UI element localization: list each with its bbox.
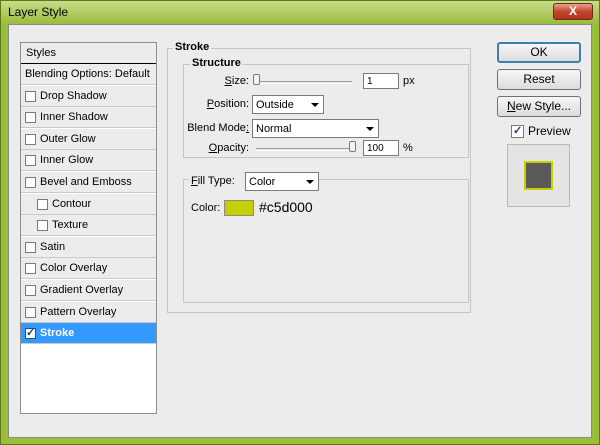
- style-item-label: Satin: [40, 240, 66, 253]
- opacity-slider-track[interactable]: [256, 148, 352, 151]
- style-item-color-overlay[interactable]: Color Overlay: [21, 258, 156, 280]
- style-item-label: Stroke: [40, 327, 75, 340]
- style-checkbox[interactable]: [25, 326, 36, 340]
- style-checkbox[interactable]: [25, 177, 36, 188]
- style-checkbox[interactable]: [25, 133, 36, 145]
- style-checkbox[interactable]: [25, 112, 36, 124]
- window-title: Layer Style: [8, 5, 69, 19]
- style-item-label: Blending Options: Default: [25, 68, 150, 80]
- style-item-contour[interactable]: Contour: [21, 193, 156, 215]
- style-checkbox[interactable]: [25, 241, 36, 253]
- blend-mode-select[interactable]: Normal: [252, 119, 379, 138]
- style-item-blending-options-default[interactable]: Blending Options: Default: [21, 64, 156, 85]
- chevron-down-icon: [311, 103, 319, 107]
- style-item-inner-shadow[interactable]: Inner Shadow: [21, 107, 156, 129]
- fill-type-select[interactable]: Color: [245, 172, 319, 191]
- chevron-down-icon: [306, 180, 314, 184]
- style-item-label: Texture: [52, 219, 89, 232]
- style-item-label: Gradient Overlay: [40, 284, 124, 296]
- style-item-label: Drop Shadow: [40, 89, 107, 102]
- style-item-label: Outer Glow: [40, 132, 96, 145]
- structure-group-title: Structure: [190, 57, 243, 69]
- style-item-label: Contour: [52, 197, 92, 210]
- blend-mode-label: Blend Mode:: [187, 122, 249, 134]
- style-checkbox[interactable]: [25, 155, 36, 167]
- size-label: Size:: [224, 75, 249, 87]
- position-select[interactable]: Outside: [252, 95, 324, 114]
- style-item-stroke[interactable]: Stroke: [21, 323, 156, 345]
- style-preview: [507, 144, 570, 207]
- size-slider-thumb[interactable]: [253, 74, 260, 85]
- opacity-unit: %: [403, 142, 413, 154]
- style-item-inner-glow[interactable]: Inner Glow: [21, 150, 156, 172]
- fill-type-label: Fill Type:: [189, 175, 245, 187]
- new-style-button[interactable]: New Style...: [497, 96, 581, 117]
- fill-group: [183, 179, 469, 303]
- style-item-label: Inner Glow: [40, 154, 94, 167]
- reset-button[interactable]: Reset: [497, 69, 581, 90]
- color-swatch[interactable]: [224, 200, 254, 216]
- style-checkbox[interactable]: [37, 220, 48, 232]
- blend-mode-value: Normal: [256, 123, 292, 135]
- opacity-slider-thumb[interactable]: [349, 141, 356, 152]
- color-label: Color:: [191, 202, 221, 214]
- style-item-outer-glow[interactable]: Outer Glow: [21, 128, 156, 150]
- preview-label: Preview: [528, 124, 571, 138]
- position-label: Position:: [206, 98, 249, 110]
- close-icon: X: [568, 4, 577, 18]
- style-item-label: Color Overlay: [40, 262, 108, 275]
- stroke-group-title: Stroke: [173, 41, 212, 53]
- size-unit: px: [403, 75, 415, 87]
- style-item-texture[interactable]: Texture: [21, 215, 156, 237]
- dialog-client-area: Styles Blending Options: Default Drop Sha…: [8, 24, 592, 438]
- layer-style-dialog: Layer Style X Styles Blending Options: D…: [0, 0, 600, 445]
- preview-checkbox[interactable]: [511, 124, 524, 138]
- fill-type-value: Color: [249, 176, 276, 188]
- chevron-down-icon: [366, 127, 374, 131]
- title-bar[interactable]: Layer Style X: [1, 1, 599, 23]
- style-item-satin[interactable]: Satin: [21, 236, 156, 258]
- ok-button[interactable]: OK: [497, 42, 581, 63]
- style-checkbox[interactable]: [25, 285, 36, 296]
- style-item-bevel-and-emboss[interactable]: Bevel and Emboss: [21, 172, 156, 193]
- style-checkbox[interactable]: [25, 263, 36, 275]
- style-item-gradient-overlay[interactable]: Gradient Overlay: [21, 280, 156, 301]
- style-item-pattern-overlay[interactable]: Pattern Overlay: [21, 301, 156, 323]
- position-value: Outside: [256, 99, 294, 111]
- style-checkbox[interactable]: [25, 90, 36, 102]
- style-checkbox[interactable]: [25, 306, 36, 318]
- style-preview-thumbnail: [524, 161, 553, 190]
- color-hex: #c5d000: [259, 199, 313, 215]
- styles-list: Styles Blending Options: Default Drop Sha…: [20, 42, 157, 414]
- opacity-input[interactable]: 100: [363, 140, 399, 156]
- size-input[interactable]: 1: [363, 73, 399, 89]
- style-item-label: Bevel and Emboss: [40, 176, 132, 188]
- styles-header-label: Styles: [26, 47, 56, 59]
- style-item-drop-shadow[interactable]: Drop Shadow: [21, 85, 156, 107]
- style-item-label: Inner Shadow: [40, 111, 108, 124]
- close-button[interactable]: X: [553, 3, 593, 20]
- styles-list-header[interactable]: Styles: [21, 43, 156, 64]
- opacity-label: Opacity:: [208, 142, 249, 154]
- style-item-label: Pattern Overlay: [40, 305, 117, 318]
- style-checkbox[interactable]: [37, 198, 48, 210]
- size-slider-track[interactable]: [256, 81, 352, 84]
